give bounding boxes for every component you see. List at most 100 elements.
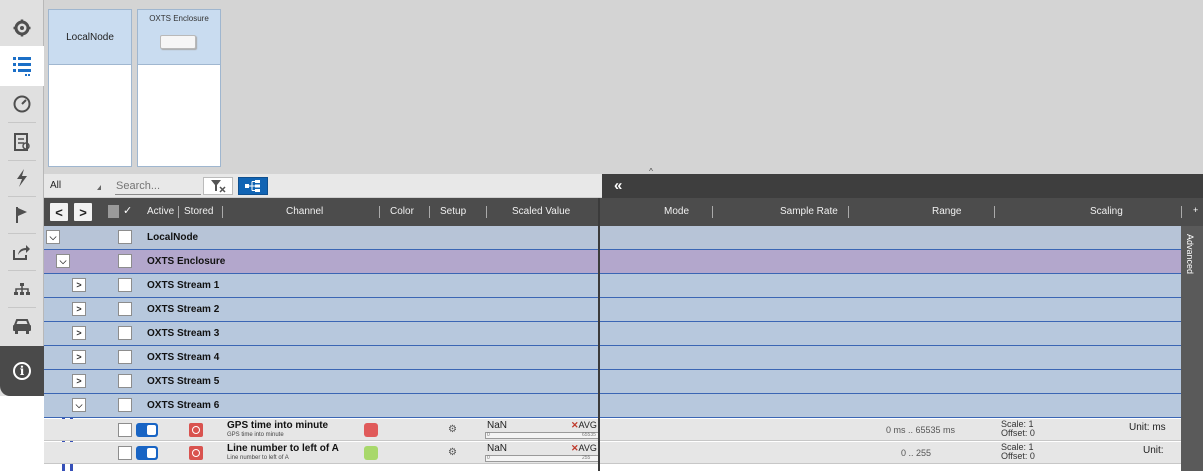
tree-view-button[interactable] bbox=[238, 177, 268, 195]
col-channel[interactable]: Channel bbox=[286, 206, 323, 217]
channel-row[interactable]: GPS time into minute GPS time into minut… bbox=[44, 419, 1181, 441]
tree-row-stream-6[interactable]: ⌵ OXTS Stream 6 bbox=[44, 394, 1181, 418]
export-icon[interactable] bbox=[0, 234, 44, 270]
col-divider[interactable] bbox=[1181, 206, 1182, 218]
rail-separator bbox=[8, 122, 36, 123]
avg-mode[interactable]: ✕AVG bbox=[571, 420, 597, 431]
col-divider[interactable] bbox=[178, 206, 179, 218]
col-sample-rate[interactable]: Sample Rate bbox=[780, 206, 838, 217]
row-checkbox[interactable] bbox=[118, 350, 132, 364]
channel-color-swatch[interactable] bbox=[364, 423, 378, 437]
row-checkbox[interactable] bbox=[118, 423, 132, 437]
avg-mode-icon: ✕ bbox=[571, 420, 579, 430]
info-button[interactable]: i bbox=[0, 346, 44, 396]
col-color[interactable]: Color bbox=[390, 206, 414, 217]
row-checkbox[interactable] bbox=[118, 398, 132, 412]
col-mode[interactable]: Mode bbox=[664, 206, 689, 217]
flag-icon[interactable] bbox=[0, 197, 44, 233]
channel-row[interactable]: Line number to left of A Line number to … bbox=[44, 442, 1181, 464]
scaled-value: NaN bbox=[487, 420, 508, 431]
advanced-side-panel[interactable]: Advanced bbox=[1181, 226, 1203, 471]
row-checkbox[interactable] bbox=[118, 278, 132, 292]
gear-icon[interactable] bbox=[0, 10, 44, 46]
channel-name[interactable]: Line number to left of A bbox=[227, 443, 339, 454]
stored-record-icon[interactable] bbox=[189, 446, 203, 460]
nav-back-button[interactable]: < bbox=[50, 203, 68, 221]
collapse-icon[interactable]: ⌵ bbox=[72, 398, 86, 412]
channel-unit: Unit: bbox=[1143, 445, 1164, 456]
active-toggle[interactable] bbox=[136, 446, 158, 460]
properties-toolbar: « bbox=[602, 174, 1203, 198]
col-range[interactable]: Range bbox=[932, 206, 961, 217]
row-checkbox[interactable] bbox=[118, 230, 132, 244]
col-divider[interactable] bbox=[712, 206, 713, 218]
tree-row-local-node[interactable]: ⌵ LocalNode bbox=[44, 226, 1181, 250]
setup-gear-icon[interactable]: ⚙ bbox=[448, 447, 457, 458]
search-input[interactable] bbox=[115, 177, 201, 195]
row-checkbox[interactable] bbox=[118, 374, 132, 388]
row-checkbox[interactable] bbox=[118, 326, 132, 340]
row-label: OXTS Stream 2 bbox=[147, 304, 220, 315]
col-divider[interactable] bbox=[222, 206, 223, 218]
expand-icon[interactable]: > bbox=[72, 326, 86, 340]
tree-row-stream-5[interactable]: > OXTS Stream 5 bbox=[44, 370, 1181, 394]
avg-mode[interactable]: ✕AVG bbox=[571, 443, 597, 454]
expand-icon[interactable]: > bbox=[72, 374, 86, 388]
collapse-icon[interactable]: ⌵ bbox=[46, 230, 60, 244]
channel-color-swatch[interactable] bbox=[364, 446, 378, 460]
col-setup[interactable]: Setup bbox=[440, 206, 466, 217]
expand-icon[interactable]: > bbox=[72, 350, 86, 364]
col-scaled-value[interactable]: Scaled Value bbox=[512, 206, 570, 217]
add-column-button[interactable]: + bbox=[1193, 205, 1198, 215]
col-divider[interactable] bbox=[848, 206, 849, 218]
gauge-icon[interactable] bbox=[0, 86, 44, 122]
dropdown-corner-icon[interactable] bbox=[97, 185, 101, 190]
lightning-icon[interactable] bbox=[0, 160, 44, 196]
check-all-icon[interactable]: ✓ bbox=[123, 204, 132, 217]
filter-bar: All bbox=[44, 174, 602, 198]
stored-record-icon[interactable] bbox=[189, 423, 203, 437]
tree-row-stream-3[interactable]: > OXTS Stream 3 bbox=[44, 322, 1181, 346]
channel-scaling: Scale: 1 Offset: 0 bbox=[1001, 420, 1035, 438]
enclosure-tile[interactable]: OXTS Enclosure bbox=[137, 9, 221, 167]
filter-scope[interactable]: All bbox=[50, 180, 61, 191]
tree-row-stream-4[interactable]: > OXTS Stream 4 bbox=[44, 346, 1181, 370]
tree-row-stream-1[interactable]: > OXTS Stream 1 bbox=[44, 274, 1181, 298]
row-label: OXTS Stream 3 bbox=[147, 328, 220, 339]
network-icon[interactable] bbox=[0, 271, 44, 307]
node-overview-panel: LocalNode OXTS Enclosure bbox=[44, 0, 1203, 174]
row-checkbox[interactable] bbox=[118, 254, 132, 268]
local-node-tile[interactable]: LocalNode bbox=[48, 9, 132, 167]
col-scaling[interactable]: Scaling bbox=[1090, 206, 1123, 217]
active-toggle[interactable] bbox=[136, 423, 158, 437]
col-divider[interactable] bbox=[486, 206, 487, 218]
collapse-icon[interactable]: ⌵ bbox=[56, 254, 70, 268]
channel-list-icon[interactable] bbox=[0, 46, 44, 86]
row-checkbox[interactable] bbox=[118, 302, 132, 316]
expand-icon[interactable]: > bbox=[72, 302, 86, 316]
row-checkbox[interactable] bbox=[118, 446, 132, 460]
channel-unit: Unit: ms bbox=[1129, 422, 1166, 433]
tree-row-enclosure[interactable]: ⌵ OXTS Enclosure bbox=[44, 250, 1181, 274]
panel-divider[interactable] bbox=[598, 198, 600, 471]
col-stored[interactable]: Stored bbox=[184, 206, 213, 217]
expand-icon[interactable]: > bbox=[72, 278, 86, 292]
scaled-value: NaN bbox=[487, 443, 508, 454]
row-label: OXTS Stream 5 bbox=[147, 376, 220, 387]
nav-forward-button[interactable]: > bbox=[74, 203, 92, 221]
col-divider[interactable] bbox=[994, 206, 995, 218]
app-window: i LocalNode OXTS Enclosure ^ All « < > ✓… bbox=[0, 0, 1203, 471]
col-divider[interactable] bbox=[379, 206, 380, 218]
avg-mode-icon: ✕ bbox=[571, 443, 579, 453]
setup-gear-icon[interactable]: ⚙ bbox=[448, 424, 457, 435]
value-bar-min: 0 bbox=[487, 432, 490, 438]
column-chooser-icon[interactable] bbox=[108, 205, 119, 218]
clear-filter-button[interactable] bbox=[203, 177, 233, 195]
report-icon[interactable] bbox=[0, 124, 44, 160]
channel-name[interactable]: GPS time into minute bbox=[227, 420, 328, 431]
col-divider[interactable] bbox=[429, 206, 430, 218]
collapse-panel-button[interactable]: « bbox=[614, 178, 622, 193]
car-icon[interactable] bbox=[0, 308, 44, 344]
tree-row-stream-2[interactable]: > OXTS Stream 2 bbox=[44, 298, 1181, 322]
col-active[interactable]: Active bbox=[147, 206, 174, 217]
